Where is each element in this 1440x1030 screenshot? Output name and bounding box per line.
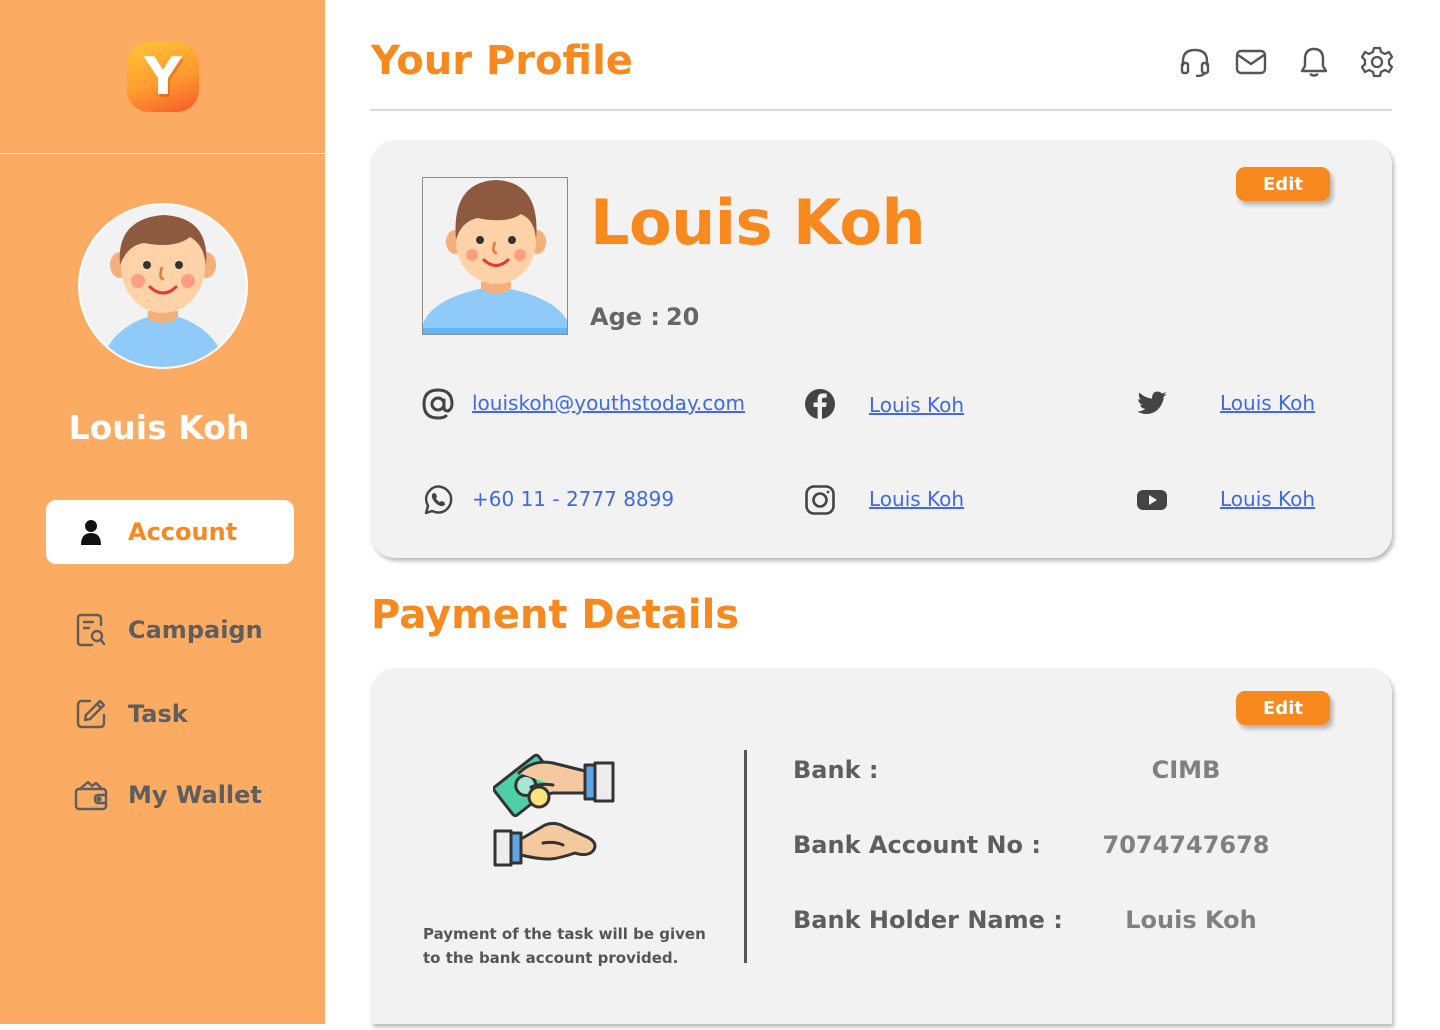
sidebar-divider: [0, 153, 325, 154]
payment-note: Payment of the task will be given to the…: [423, 925, 706, 967]
page-title: Your Profile: [371, 38, 633, 84]
payment-divider: [744, 750, 747, 963]
app-logo[interactable]: Y: [127, 42, 199, 112]
logo-letter: Y: [144, 47, 182, 107]
account-number-value: 7074747678: [1102, 831, 1270, 859]
sidebar-item-task[interactable]: Task: [46, 682, 294, 746]
sidebar-item-label: Task: [128, 700, 188, 728]
gear-icon[interactable]: [1359, 44, 1395, 80]
sidebar-item-label: Account: [128, 518, 238, 546]
bell-icon[interactable]: [1296, 44, 1332, 80]
account-number-label: Bank Account No :: [793, 831, 1041, 859]
edit-payment-button[interactable]: Edit: [1236, 691, 1330, 725]
whatsapp-icon: [421, 483, 455, 517]
instagram-icon: [803, 483, 837, 517]
sidebar-item-campaign[interactable]: Campaign: [46, 598, 294, 662]
holder-name-label: Bank Holder Name :: [793, 906, 1063, 934]
wallet-icon: [74, 778, 108, 812]
profile-age: Age :20: [590, 303, 699, 331]
payment-section-title: Payment Details: [371, 592, 740, 638]
sidebar-item-label: Campaign: [128, 616, 263, 644]
profile-card: Edit Louis Koh Age :20 louiskoh@youthsto…: [371, 140, 1392, 558]
twitter-icon: [1135, 387, 1169, 421]
twitter-link[interactable]: Louis Koh: [1220, 391, 1315, 415]
sidebar-user-name: Louis Koh: [68, 408, 250, 447]
youtube-link[interactable]: Louis Koh: [1220, 487, 1315, 511]
holder-name-value: Louis Koh: [1125, 906, 1257, 934]
profile-photo: [422, 177, 568, 335]
payment-hands-icon: [492, 753, 617, 875]
age-label: Age :: [590, 303, 660, 331]
edit-square-icon: [74, 697, 108, 731]
avatar-illustration: [100, 215, 226, 367]
campaign-search-icon: [74, 613, 108, 647]
bank-label: Bank :: [793, 756, 879, 784]
header-divider: [370, 109, 1392, 111]
youtube-icon: [1135, 483, 1169, 517]
headset-icon[interactable]: [1177, 44, 1213, 80]
sidebar-avatar: [78, 203, 248, 369]
avatar-illustration: [423, 180, 567, 334]
instagram-link[interactable]: Louis Koh: [869, 487, 964, 511]
person-icon: [74, 515, 108, 549]
phone-number: +60 11 - 2777 8899: [472, 487, 675, 511]
at-sign-icon: [421, 387, 455, 421]
profile-name: Louis Koh: [590, 186, 926, 259]
sidebar: Y Louis Koh Account Campaign Task My Wal…: [0, 0, 325, 1024]
bank-value: CIMB: [1151, 756, 1221, 784]
sidebar-item-label: My Wallet: [128, 781, 262, 809]
sidebar-item-account[interactable]: Account: [46, 500, 294, 564]
sidebar-item-my-wallet[interactable]: My Wallet: [46, 763, 294, 827]
edit-profile-button[interactable]: Edit: [1236, 167, 1330, 201]
facebook-link[interactable]: Louis Koh: [869, 393, 964, 417]
payment-card: Edit Payment of the task will be given t…: [371, 668, 1392, 1024]
email-link[interactable]: louiskoh@youthstoday.com: [472, 391, 745, 415]
age-value: 20: [665, 303, 700, 331]
mail-icon[interactable]: [1233, 44, 1269, 80]
facebook-icon: [803, 387, 837, 421]
